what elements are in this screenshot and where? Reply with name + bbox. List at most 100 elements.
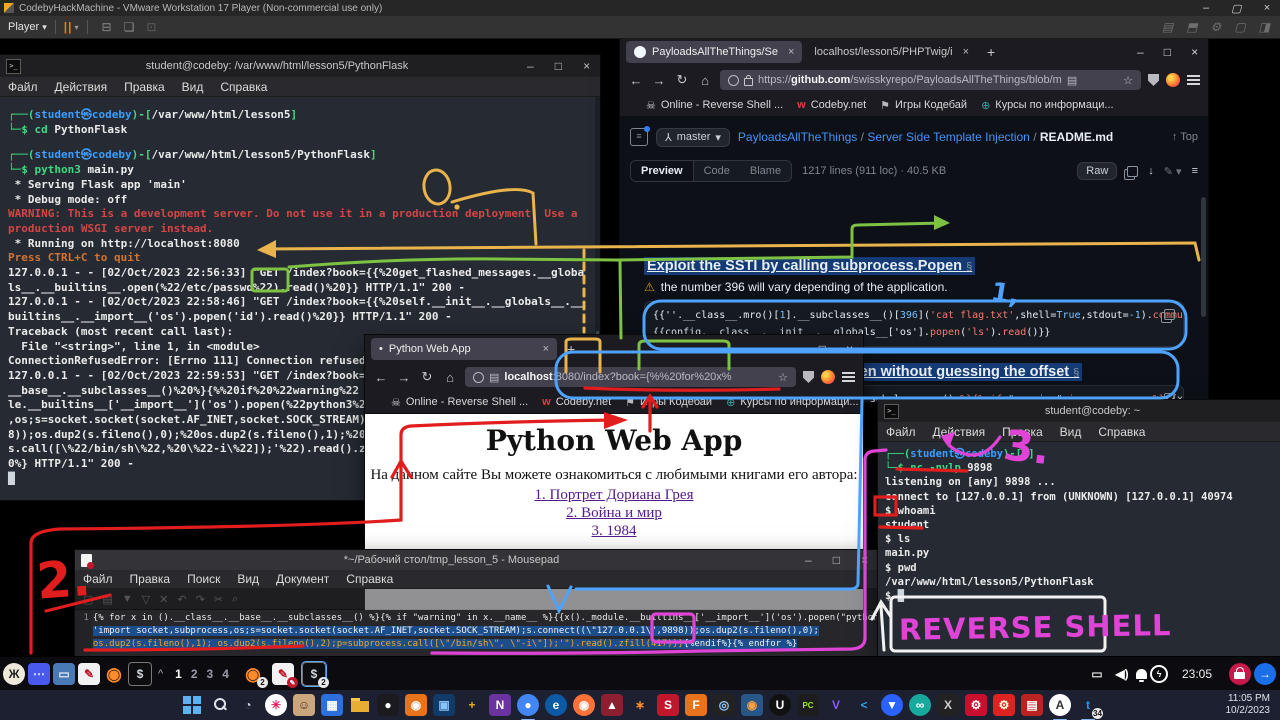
show-desktop-icon[interactable]: ▭ bbox=[1086, 663, 1108, 685]
host-clock[interactable]: 11:05 PM10/2/2023 bbox=[1226, 693, 1271, 717]
copy-icon[interactable] bbox=[1164, 309, 1175, 320]
fl-studio-icon[interactable]: ∗ bbox=[629, 694, 651, 716]
workspace-button[interactable]: 3 bbox=[207, 667, 214, 681]
menu-item[interactable]: Справка bbox=[346, 572, 393, 586]
menu-item[interactable]: Вид bbox=[237, 572, 259, 586]
menu-item[interactable]: Документ bbox=[276, 572, 329, 586]
vm-clock[interactable]: 23:05 bbox=[1182, 667, 1212, 681]
game-gear-icon[interactable]: ⚙ bbox=[965, 694, 987, 716]
firefox-account-icon[interactable] bbox=[1166, 73, 1180, 87]
bookmarks-bar[interactable]: ☠Online - Reverse Shell ...wCodeby.net⚑И… bbox=[620, 94, 1208, 117]
mousepad-window-icon[interactable]: ✎✎ bbox=[272, 663, 294, 685]
red-laptop-icon[interactable]: ▤ bbox=[1021, 694, 1043, 716]
volume-icon[interactable]: ◀) bbox=[1111, 663, 1133, 685]
reload-icon[interactable]: ↻ bbox=[674, 72, 690, 88]
permissions-icon[interactable] bbox=[473, 372, 484, 383]
book-link[interactable]: 2. Война и мир bbox=[365, 504, 863, 522]
edit-pencil-icon[interactable]: ✎ ▾ bbox=[1164, 165, 1182, 178]
back-icon[interactable]: ← bbox=[373, 370, 389, 385]
firefox-icon[interactable]: ◉ bbox=[103, 663, 125, 685]
camtasia-icon[interactable]: ∞ bbox=[909, 694, 931, 716]
menu-item[interactable]: Действия bbox=[933, 425, 986, 439]
bookmark-star-icon[interactable]: ☆ bbox=[778, 371, 788, 384]
heading-subprocess-popen[interactable]: Exploit the SSTI by calling subprocess.P… bbox=[644, 257, 975, 275]
maximize-icon[interactable]: ▢ bbox=[1231, 2, 1241, 15]
collapse-icon[interactable]: ^ bbox=[158, 668, 163, 680]
disk-icon[interactable]: ⬒ bbox=[1186, 20, 1197, 34]
top-link[interactable]: ↑ Top bbox=[1172, 131, 1198, 143]
close-tab-icon[interactable]: × bbox=[543, 343, 549, 355]
power-manager-icon[interactable]: ϟ bbox=[1150, 665, 1168, 683]
toolbar-icon[interactable]: ↶ bbox=[177, 593, 186, 606]
mousepad-icon[interactable]: ✎ bbox=[78, 663, 100, 685]
lens-icon[interactable]: ◎ bbox=[713, 694, 735, 716]
slack-icon[interactable]: ✳ bbox=[265, 694, 287, 716]
pycharm-icon[interactable]: PC bbox=[797, 694, 819, 716]
new-tab-button[interactable]: + bbox=[987, 44, 995, 60]
shield-icon[interactable] bbox=[1148, 74, 1159, 86]
download-icon[interactable]: ↓ bbox=[1148, 165, 1154, 177]
file-tree-icon[interactable]: ≡ bbox=[630, 128, 648, 146]
forward-icon[interactable]: → bbox=[651, 73, 667, 88]
explorer-icon[interactable] bbox=[349, 694, 371, 716]
terminal-window-netcat[interactable]: >_ student@codeby: ~ Файл Действия Правка В… bbox=[878, 400, 1280, 658]
terminal-output[interactable]: ┌──(student㉿codeby)-[~]└─$ nc -nvlp 9898… bbox=[878, 442, 1280, 658]
toolbar-icon[interactable]: ▽ bbox=[142, 593, 150, 606]
terminal-titlebar[interactable]: >_ student@codeby: ~ bbox=[878, 400, 1280, 422]
mousepad-menubar[interactable]: ФайлПравкаПоискВидДокументСправка bbox=[75, 570, 878, 589]
url-bar[interactable]: https://github.com/swisskyrepo/PayloadsA… bbox=[720, 70, 1141, 90]
toolbar-icon[interactable]: ✕ bbox=[159, 593, 168, 606]
reload-icon[interactable]: ↻ bbox=[419, 369, 435, 385]
settings-icon[interactable]: ⚙ bbox=[1211, 20, 1222, 34]
terminal-titlebar[interactable]: >_ student@codeby: /var/www/html/lesson5… bbox=[0, 55, 600, 77]
menu-item[interactable]: Вид bbox=[182, 80, 204, 94]
minimize-icon[interactable]: – bbox=[1203, 2, 1209, 15]
calendar-icon[interactable]: ▦ bbox=[321, 694, 343, 716]
url-bar[interactable]: ▤ localhost:8080/index?book={%%20for%20x… bbox=[465, 367, 796, 387]
close-icon[interactable]: × bbox=[861, 553, 868, 567]
toolbar-icon[interactable]: ⌕ bbox=[232, 593, 238, 606]
new-tab-button[interactable]: + bbox=[567, 341, 575, 357]
menu-item[interactable]: Файл bbox=[83, 572, 113, 586]
close-icon[interactable]: × bbox=[1264, 2, 1270, 15]
branch-button[interactable]: ⅄master▾ bbox=[656, 128, 730, 147]
visual-studio-icon[interactable]: V bbox=[825, 694, 847, 716]
display-icon[interactable]: ▢ bbox=[1234, 20, 1245, 34]
firefox-window-icon[interactable]: ◉2 bbox=[242, 663, 264, 685]
scrollbar[interactable] bbox=[1201, 197, 1206, 317]
fullscreen-icon[interactable]: ❏ bbox=[124, 20, 135, 34]
widgets-icon[interactable]: ◔ bbox=[237, 694, 259, 716]
virtualbox-icon[interactable]: ▣ bbox=[433, 694, 455, 716]
devices-icon[interactable]: ▤ bbox=[1162, 20, 1173, 34]
screen-lock-icon[interactable] bbox=[1229, 663, 1251, 685]
game-gear2-icon[interactable]: ⚙ bbox=[993, 694, 1015, 716]
mousepad-titlebar[interactable]: *~/Рабочий стол/tmp_lesson_5 - Mousepad … bbox=[75, 550, 878, 570]
twitter-icon[interactable]: t34 bbox=[1077, 694, 1099, 716]
app-drawer-icon[interactable]: ⋯ bbox=[28, 663, 50, 685]
back-icon[interactable]: ← bbox=[628, 73, 644, 88]
home-icon[interactable]: ⌂ bbox=[442, 370, 458, 385]
permissions-icon[interactable] bbox=[728, 75, 739, 86]
minimize-icon[interactable]: – bbox=[805, 553, 812, 567]
maps-pin-icon[interactable]: ▼ bbox=[881, 694, 903, 716]
breadcrumb[interactable]: PayloadsAllTheThings / Server Side Templ… bbox=[738, 130, 1113, 144]
shield-icon[interactable] bbox=[803, 371, 814, 383]
toolbar-icon[interactable]: ▼ bbox=[122, 593, 133, 605]
home-icon[interactable]: ⌂ bbox=[697, 73, 713, 88]
menu-item[interactable]: Вид bbox=[1060, 425, 1082, 439]
pause-button[interactable]: || bbox=[64, 20, 73, 34]
menu-item[interactable]: Правка bbox=[1002, 425, 1043, 439]
menu-item[interactable]: Файл bbox=[886, 425, 916, 439]
tab-localhost-phptwig[interactable]: localhost/lesson5/PHPTwig/i× bbox=[806, 41, 977, 63]
maximize-icon[interactable]: □ bbox=[555, 59, 562, 73]
toolbar-icon[interactable]: ▢ bbox=[83, 593, 93, 606]
book-link[interactable]: 3. 1984 bbox=[365, 522, 863, 540]
close-icon[interactable]: × bbox=[1191, 45, 1198, 59]
edge-icon[interactable]: e bbox=[545, 694, 567, 716]
workspace-button[interactable]: 4 bbox=[222, 667, 229, 681]
arrows-app-icon[interactable]: + bbox=[461, 694, 483, 716]
copy-icon[interactable] bbox=[1127, 166, 1138, 177]
menu-item[interactable]: Поиск bbox=[187, 572, 220, 586]
mousepad-toolbar[interactable]: ▢▤▼▽✕↶↷✂⌕ bbox=[75, 589, 878, 610]
f-book-icon[interactable]: F bbox=[685, 694, 707, 716]
